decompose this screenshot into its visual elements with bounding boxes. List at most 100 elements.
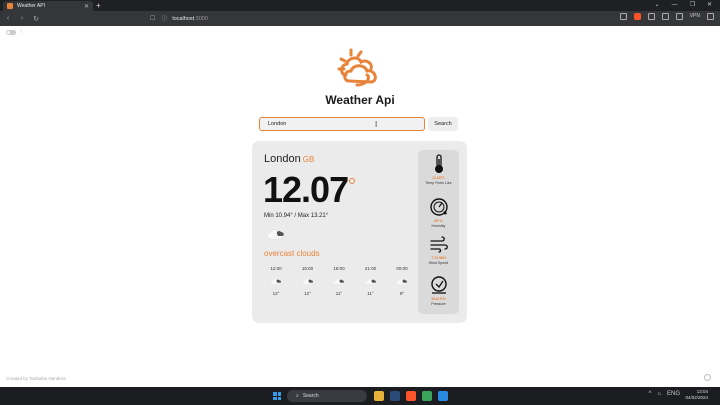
sidebar-icon[interactable] [661, 13, 669, 20]
close-tab-icon[interactable]: ✕ [84, 3, 89, 10]
humidity-gauge-icon [429, 198, 448, 216]
window-controls: ⌄ — ❐ ✕ [655, 0, 712, 11]
pressure-label: Pressure [431, 302, 446, 306]
url-host: localhost [172, 15, 195, 22]
browser-tab[interactable]: Weather API ✕ [3, 1, 93, 11]
min-max-temperature: Min 10.94° / Max 13.21° [264, 213, 329, 219]
text-cursor-icon: I [375, 120, 378, 129]
theme-toggle[interactable] [6, 30, 16, 35]
thermometer-icon [434, 154, 443, 173]
vscode-icon[interactable] [438, 391, 448, 401]
clock-date: 04/02/2024 [685, 395, 708, 400]
new-tab-icon[interactable]: + [96, 0, 101, 11]
share-icon[interactable] [619, 13, 627, 20]
wind-icon [429, 236, 448, 253]
taskbar-search-label: Search [302, 393, 319, 399]
cloud-icon [396, 278, 407, 285]
close-window-icon[interactable]: ✕ [707, 0, 712, 11]
forecast-temp: 12° [272, 291, 280, 296]
feels-like-value: 11.65°C [432, 176, 445, 180]
maximize-icon[interactable]: ❐ [690, 0, 695, 11]
forecast-time: 00:00 [396, 266, 408, 271]
wind-speed-label: Wind Speed [428, 261, 449, 265]
forecast-time: 15:00 [301, 266, 314, 271]
file-explorer-icon[interactable] [374, 391, 384, 401]
footer-credit: Created by Tanbakiu Nandera [6, 376, 66, 381]
url-port: :3000 [194, 15, 208, 22]
feels-like-label: Temp Feels Like [425, 181, 452, 185]
browser-toolbar-right: VPN [619, 13, 714, 20]
weather-logo-icon [337, 48, 377, 87]
network-icon[interactable]: ⌂ [657, 391, 661, 397]
taskbar-search[interactable]: ⌕ Search [287, 390, 367, 402]
menu-icon[interactable] [707, 13, 714, 20]
forecast-item: 21:00 11° [359, 266, 383, 296]
forward-icon[interactable]: › [16, 15, 28, 22]
forecast-time: 21:00 [364, 266, 377, 271]
cloud-icon [301, 278, 313, 285]
cloud-icon [364, 278, 376, 285]
chrome-icon[interactable] [422, 391, 432, 401]
bookmark-icon[interactable]: ☐ [150, 15, 155, 22]
url-field[interactable]: ⓘ localhost :3000 [161, 13, 511, 24]
forecast-temp: 11° [367, 291, 374, 296]
forecast-temp: 11° [335, 291, 343, 296]
search-button[interactable]: Search [428, 117, 458, 131]
extensions-icon[interactable] [647, 13, 655, 20]
minimize-icon[interactable]: — [672, 0, 678, 11]
city-name: London [264, 153, 301, 165]
chevron-down-icon[interactable]: ⌄ [655, 0, 660, 11]
forecast-temp: 12° [304, 291, 311, 296]
wind-speed-stat: 7.72 M/H Wind Speed [418, 236, 459, 265]
forecast-item: 15:00 12° [296, 266, 320, 296]
back-icon[interactable]: ‹ [2, 15, 14, 22]
forecast-time: 12:00 [270, 266, 282, 271]
tab-favicon-icon [7, 3, 13, 9]
country-code: GB [302, 155, 315, 164]
windows-start-icon[interactable] [273, 392, 281, 400]
browser-address-bar: ‹ › ↻ ☐ ⓘ localhost :3000 VPN [0, 11, 720, 26]
forecast-item: 12:00 12° [264, 266, 288, 296]
language-indicator[interactable]: ENG [667, 391, 680, 397]
degree-icon [349, 178, 355, 184]
tab-title: Weather API [17, 3, 45, 9]
wind-speed-value: 7.72 M/H [431, 256, 446, 260]
github-icon[interactable] [704, 374, 711, 381]
pressure-value: 1024 P.O [431, 297, 446, 301]
search-icon: ⌕ [296, 393, 299, 399]
forecast-item: 00:00 9° [390, 266, 414, 296]
browser-tab-bar: Weather API ✕ + ⌄ — ❐ ✕ [0, 0, 720, 11]
reload-icon[interactable]: ↻ [30, 15, 42, 23]
humidity-label: Humidity [431, 224, 446, 228]
os-taskbar: ⌕ Search ^ ⌂ ENG 13:04 04/02/2024 [0, 387, 720, 405]
current-temperature: 12.07 [263, 169, 349, 210]
weather-card: London GB 12.07 Min 10.94° / Max 13.21° o… [252, 141, 467, 323]
brave-icon[interactable] [406, 391, 416, 401]
forecast-time: 18:00 [333, 266, 345, 271]
site-info-icon[interactable]: ⓘ [161, 14, 167, 23]
vpn-button[interactable]: VPN [690, 13, 700, 20]
humidity-value: 89 % [434, 219, 443, 223]
moon-icon: ☾ [20, 29, 25, 35]
app-title: Weather Api [325, 93, 395, 107]
forecast-item: 18:00 11° [327, 266, 351, 296]
weather-stats-panel: 11.65°C Temp Feels Like 89 % Humidity 7.… [418, 150, 459, 314]
location-heading: London GB [264, 153, 314, 165]
forecast-temp: 9° [399, 291, 405, 296]
feels-like-stat: 11.65°C Temp Feels Like [418, 154, 459, 185]
pressure-stat: 1024 P.O Pressure [418, 275, 459, 306]
system-tray: ^ ⌂ ENG [649, 391, 680, 397]
cloud-icon [333, 278, 344, 285]
overcast-cloud-icon [266, 229, 284, 240]
humidity-stat: 89 % Humidity [418, 197, 459, 228]
hourly-forecast: 12:00 12° 15:00 12° 18:00 11° 21:00 11° … [264, 266, 414, 296]
tray-chevron-icon[interactable]: ^ [649, 391, 652, 397]
wallet-icon[interactable] [675, 13, 683, 20]
cloud-icon [270, 278, 281, 285]
brave-shields-icon[interactable] [633, 13, 641, 20]
steam-icon[interactable] [390, 391, 400, 401]
weather-description: overcast clouds [264, 249, 320, 258]
pressure-gauge-icon [430, 276, 447, 294]
taskbar-clock[interactable]: 13:04 04/02/2024 [685, 389, 708, 401]
city-search-input[interactable] [259, 117, 425, 131]
